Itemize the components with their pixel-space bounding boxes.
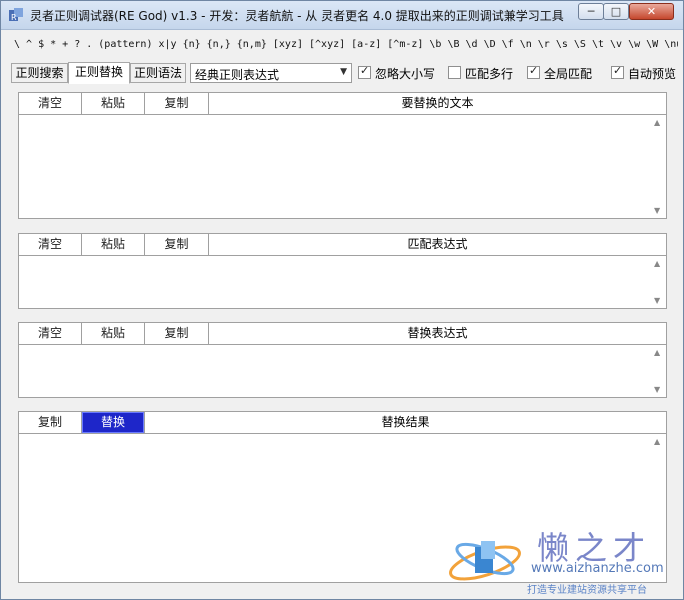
checkbox-label: 忽略大小写 [375,67,436,81]
source-text-panel: 清空 粘贴 复制 要替换的文本 ▲ ▼ [18,92,667,219]
panel-header: 清空 粘贴 复制 要替换的文本 [19,93,666,115]
scroll-up-icon[interactable]: ▲ [654,118,660,127]
scroll-up-icon[interactable]: ▲ [654,437,660,446]
checkbox-box [358,64,371,79]
maximize-icon: □ [610,5,622,18]
scrollbar[interactable]: ▲ ▼ [651,256,666,308]
paste-button[interactable]: 粘贴 [82,93,145,114]
preset-select-value: 经典正则表达式 [195,68,280,82]
scrollbar[interactable]: ▲ ▼ [651,115,666,218]
checkbox-box [611,64,624,79]
maximize-button[interactable]: □ [603,3,629,20]
scroll-down-icon[interactable]: ▼ [654,385,660,394]
checkbox-label: 全局匹配 [544,67,593,81]
minimize-icon: ─ [587,5,595,18]
panel-header: 复制 替换 替换结果 [19,412,666,434]
checkbox-box [448,66,461,79]
panel-header: 清空 粘贴 复制 替换表达式 [19,323,666,345]
pattern-panel: 清空 粘贴 复制 匹配表达式 ▲ ▼ [18,233,667,309]
copy-button[interactable]: 复制 [145,93,209,114]
tab-regex-search[interactable]: 正则搜索 [11,63,68,83]
pattern-text-area[interactable]: ▲ ▼ [19,256,666,308]
close-button[interactable]: ✕ [629,3,674,20]
watermark-tagline: 打造专业建站资源共享平台 [527,585,647,596]
scroll-down-icon[interactable]: ▼ [654,206,660,215]
replacement-panel: 清空 粘贴 复制 替换表达式 ▲ ▼ [18,322,667,398]
scroll-down-icon[interactable]: ▼ [654,296,660,305]
replacement-text-area[interactable]: ▲ ▼ [19,345,666,397]
panel-title: 匹配表达式 [407,237,468,251]
clear-button[interactable]: 清空 [19,234,82,255]
paste-button[interactable]: 粘贴 [82,323,145,344]
copy-button[interactable]: 复制 [19,412,82,433]
watermark-url: www.aizhanzhe.com [531,561,664,576]
paste-button[interactable]: 粘贴 [82,234,145,255]
auto-preview-checkbox[interactable]: 自动预览 [611,64,679,81]
close-icon: ✕ [646,5,657,18]
panel-title: 替换表达式 [407,326,468,340]
global-match-checkbox[interactable]: 全局匹配 [527,64,599,81]
panel-title: 替换结果 [381,415,430,429]
site-watermark: 懒之才 www.aizhanzhe.com 打造专业建站资源共享平台 [441,523,681,597]
ignore-case-checkbox[interactable]: 忽略大小写 [358,64,438,81]
watermark-logo-icon [449,541,521,581]
svg-text:R: R [11,13,17,22]
checkbox-label: 匹配多行 [465,67,514,81]
scrollbar[interactable]: ▲ ▼ [651,345,666,397]
scroll-up-icon[interactable]: ▲ [654,259,660,268]
app-icon: R [9,8,23,22]
tab-regex-syntax[interactable]: 正则语法 [130,63,186,83]
source-text-area[interactable]: ▲ ▼ [19,115,666,218]
clear-button[interactable]: 清空 [19,323,82,344]
copy-button[interactable]: 复制 [145,323,209,344]
copy-button[interactable]: 复制 [145,234,209,255]
chevron-down-icon: ▼ [340,67,347,77]
panel-header: 清空 粘贴 复制 匹配表达式 [19,234,666,256]
scroll-up-icon[interactable]: ▲ [654,348,660,357]
multiline-checkbox[interactable]: 匹配多行 [448,65,520,81]
clear-button[interactable]: 清空 [19,93,82,114]
app-window: R 灵者正则调试器(RE God) v1.3 - 开发：灵者航航 - 从 灵者更… [0,0,684,600]
tab-regex-replace[interactable]: 正则替换 [68,62,130,84]
replace-button[interactable]: 替换 [82,412,145,433]
panel-title: 要替换的文本 [401,96,474,110]
regex-syntax-hint[interactable]: \ ^ $ * + ? . (pattern) x|y {n} {n,} {n,… [14,39,678,50]
checkbox-box [527,64,540,79]
window-title: 灵者正则调试器(RE God) v1.3 - 开发：灵者航航 - 从 灵者更名 … [30,9,564,23]
checkbox-label: 自动预览 [628,67,677,81]
title-bar[interactable]: R 灵者正则调试器(RE God) v1.3 - 开发：灵者航航 - 从 灵者更… [1,1,683,30]
preset-select[interactable]: 经典正则表达式 ▼ [190,63,352,83]
minimize-button[interactable]: ─ [578,3,604,20]
